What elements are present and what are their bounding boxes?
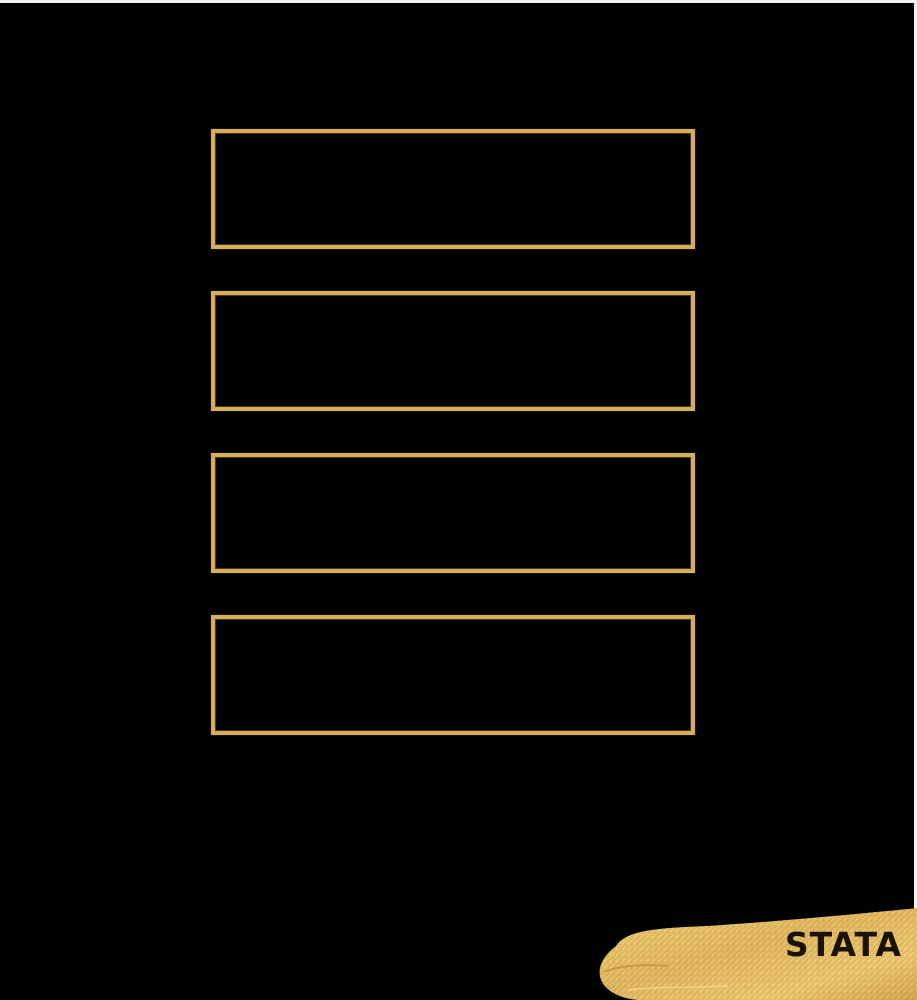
gold-frame-2 bbox=[211, 291, 695, 411]
gold-brush-stroke-logo: STATA bbox=[598, 906, 917, 1000]
gold-frame-3 bbox=[211, 453, 695, 573]
image-canvas: STATA bbox=[0, 0, 917, 1000]
black-panel bbox=[0, 3, 914, 1000]
gold-frame-4 bbox=[211, 615, 695, 735]
brand-label: STATA bbox=[784, 925, 902, 964]
gold-frame-1 bbox=[211, 129, 695, 249]
